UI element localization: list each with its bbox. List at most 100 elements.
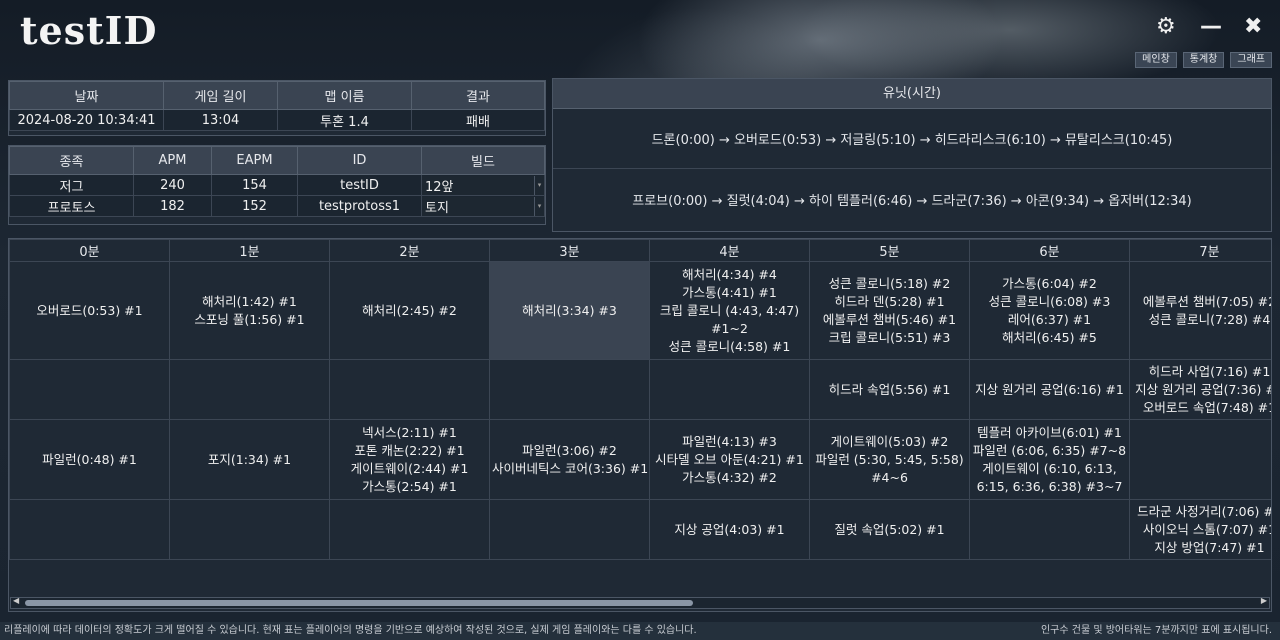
header-id: ID: [297, 146, 422, 175]
timeline-cell[interactable]: [1129, 419, 1271, 500]
timeline-cell[interactable]: 템플러 아카이브(6:01) #1 파일런 (6:06, 6:35) #7~8 게이…: [969, 419, 1130, 500]
timeline-entry: 드라군 사정거리(7:06) #1: [1137, 503, 1272, 519]
timeline-entry: 넥서스(2:11) #1: [362, 424, 457, 440]
timeline-entry: 지상 원거리 공업(6:16) #1: [975, 381, 1124, 397]
game-result: 패배: [411, 109, 545, 131]
timeline-cell[interactable]: [649, 359, 810, 420]
timeline-table: 0분 1분 2분 3분 4분 5분 6분 7분 오버로드(0:53) #1 해처리(1:42) …: [9, 239, 1272, 560]
timeline-entry: 레어(6:37) #1: [1007, 311, 1092, 327]
build-select[interactable]: 토지 ▾: [421, 195, 545, 217]
timeline-entry: 게이트웨이(5:03) #2: [830, 433, 949, 449]
timeline-entry: 사이오닉 스톰(7:07) #1: [1142, 521, 1272, 537]
header-race: 종족: [9, 146, 134, 175]
timeline-cell[interactable]: 해처리(4:34) #4 가스통(4:41) #1 크립 콜로니 (4:43, 4:…: [649, 261, 810, 360]
timeline-entry: 에볼루션 챔버(5:46) #1: [822, 311, 957, 327]
timeline-cell[interactable]: 성큰 콜로니(5:18) #2 히드라 덴(5:28) #1 에볼루션 챔버(5:4…: [809, 261, 970, 360]
graph-button[interactable]: 그래프: [1230, 52, 1272, 68]
timeline-row: 파일런(0:48) #1 포지(1:34) #1 넥서스(2:11) #1 포톤 캐논…: [9, 419, 1271, 500]
timeline-cell[interactable]: [969, 499, 1130, 560]
timeline-cell[interactable]: 히드라 사업(7:16) #1 지상 원거리 공업(7:36) #2 오버로드 속업…: [1129, 359, 1272, 420]
header-length: 게임 길이: [163, 81, 278, 110]
timeline-entry: 크립 콜로니(5:51) #3: [828, 329, 951, 345]
timeline-entry: 성큰 콜로니(7:28) #4: [1148, 311, 1271, 327]
timeline-cell[interactable]: [169, 359, 330, 420]
timeline-cell[interactable]: [9, 499, 170, 560]
timeline-cell[interactable]: [9, 359, 170, 420]
main-window-button[interactable]: 메인창: [1135, 52, 1177, 68]
column-header-minute: 6분: [969, 239, 1130, 262]
app-title: testID: [20, 8, 158, 53]
timeline-cell[interactable]: [169, 499, 330, 560]
player-eapm: 154: [211, 174, 298, 196]
column-header-minute: 2분: [329, 239, 490, 262]
timeline-entry: 오버로드 속업(7:48) #1: [1142, 399, 1272, 415]
timeline-entry: 지상 원거리 공업(7:36) #2: [1135, 381, 1272, 397]
timeline-entry: 성큰 콜로니(4:58) #1: [668, 338, 791, 354]
timeline-cell[interactable]: 에볼루션 챔버(7:05) #2 성큰 콜로니(7:28) #4: [1129, 261, 1271, 360]
timeline-cell[interactable]: 파일런(0:48) #1: [9, 419, 170, 500]
timeline-cell[interactable]: 게이트웨이(5:03) #2 파일런 (5:30, 5:45, 5:58) #4~6: [809, 419, 970, 500]
timeline-cell[interactable]: [489, 499, 650, 560]
timeline-entry: 템플러 아카이브(6:01) #1: [977, 424, 1122, 440]
column-header-minute: 7분: [1129, 239, 1271, 262]
scroll-left-icon[interactable]: ◀: [13, 596, 19, 605]
timeline-cell[interactable]: [329, 499, 490, 560]
timeline-entry: 포지(1:34) #1: [207, 451, 292, 467]
build-select-value: 토지: [425, 200, 449, 216]
scrollbar-thumb[interactable]: [25, 600, 693, 606]
units-row-zerg: 드론(0:00) → 오버로드(0:53) → 저글링(5:10) → 히드라리…: [553, 109, 1271, 169]
timeline-cell[interactable]: 지상 공업(4:03) #1: [649, 499, 810, 560]
timeline-entry: 6:15, 6:36, 6:38) #3~7: [976, 478, 1123, 494]
nav-buttons: 메인창 통계창 그래프: [1135, 52, 1272, 68]
minimize-icon[interactable]: —: [1200, 14, 1222, 39]
close-icon[interactable]: ✖: [1244, 14, 1262, 39]
player-apm: 182: [133, 195, 212, 217]
game-info-panel: 날짜 게임 길이 맵 이름 결과 2024-08-20 10:34:41 13:…: [8, 80, 546, 136]
timeline-entry: 파일런 (5:30, 5:45, 5:58): [815, 451, 964, 467]
player-apm: 240: [133, 174, 212, 196]
footer: 리플레이에 따라 데이터의 정확도가 크게 떨어질 수 있습니다. 현재 표는 …: [0, 622, 1280, 640]
timeline-entry: 해처리(3:34) #3: [522, 302, 617, 318]
timeline-entry: 게이트웨이 (6:10, 6:13,: [982, 460, 1117, 476]
timeline-cell[interactable]: 지상 원거리 공업(6:16) #1: [969, 359, 1130, 420]
column-header-minute: 3분: [489, 239, 650, 262]
gear-icon[interactable]: ⚙: [1156, 14, 1176, 39]
timeline-entry: 해처리(2:45) #2: [362, 302, 457, 318]
stats-window-button[interactable]: 통계창: [1182, 52, 1225, 68]
timeline-entry: 해처리(6:45) #5: [1002, 329, 1097, 345]
timeline-cell[interactable]: 히드라 속업(5:56) #1: [809, 359, 970, 420]
timeline-cell[interactable]: 질럿 속업(5:02) #1: [809, 499, 970, 560]
timeline-entry: 가스통(6:04) #2: [1002, 275, 1097, 291]
dropdown-arrow-icon[interactable]: ▾: [534, 196, 544, 216]
scroll-right-icon[interactable]: ▶: [1261, 596, 1267, 605]
timeline-cell[interactable]: [329, 359, 490, 420]
units-header: 유닛(시간): [553, 79, 1271, 109]
timeline-cell[interactable]: 파일런(4:13) #3 시타델 오브 아둔(4:21) #1 가스통(4:32) …: [649, 419, 810, 500]
timeline-cell[interactable]: 넥서스(2:11) #1 포톤 캐논(2:22) #1 게이트웨이(2:44) #1…: [329, 419, 490, 500]
timeline-cell[interactable]: 오버로드(0:53) #1: [9, 261, 170, 360]
timeline-cell[interactable]: 가스통(6:04) #2 성큰 콜로니(6:08) #3 레어(6:37) #1 해처…: [969, 261, 1130, 360]
timeline-cell[interactable]: 해처리(2:45) #2: [329, 261, 490, 360]
timeline-entry: 히드라 덴(5:28) #1: [834, 293, 945, 309]
timeline-entry: 해처리(1:42) #1: [202, 293, 297, 309]
build-select-value: 12앞: [425, 179, 454, 195]
build-select[interactable]: 12앞 ▾: [421, 174, 545, 196]
timeline-entry: 스포닝 풀(1:56) #1: [194, 311, 305, 327]
timeline-cell[interactable]: 포지(1:34) #1: [169, 419, 330, 500]
horizontal-scrollbar[interactable]: ◀ ▶: [10, 596, 1270, 609]
units-row-protoss: 프로브(0:00) → 질럿(4:04) → 하이 템플러(6:46) → 드라…: [632, 193, 1192, 209]
timeline-cell[interactable]: [489, 359, 650, 420]
timeline-cell[interactable]: 파일런(3:06) #2 사이버네틱스 코어(3:36) #1: [489, 419, 650, 500]
timeline-cell[interactable]: 해처리(3:34) #3: [489, 261, 650, 360]
dropdown-arrow-icon[interactable]: ▾: [534, 175, 544, 195]
timeline-entry: 사이버네틱스 코어(3:36) #1: [492, 460, 649, 476]
timeline-cell[interactable]: 해처리(1:42) #1 스포닝 풀(1:56) #1: [169, 261, 330, 360]
timeline-entry: 히드라 속업(5:56) #1: [828, 381, 951, 397]
column-header-minute: 1분: [169, 239, 330, 262]
footer-note: 인구수 건물 및 방어타워는 7분까지만 표에 표시됩니다.: [1040, 625, 1272, 636]
timeline-cell[interactable]: 드라군 사정거리(7:06) #1 사이오닉 스톰(7:07) #1 지상 방업(7…: [1129, 499, 1272, 560]
timeline-entry: 가스통(4:32) #2: [682, 469, 777, 485]
timeline-entry: 가스통(2:54) #1: [362, 478, 457, 494]
players-panel: 종족 APM EAPM ID 빌드 저그 240 154 testID 12앞 ▾…: [8, 145, 546, 225]
timeline-entry: 파일런 (6:06, 6:35) #7~8: [972, 442, 1127, 458]
